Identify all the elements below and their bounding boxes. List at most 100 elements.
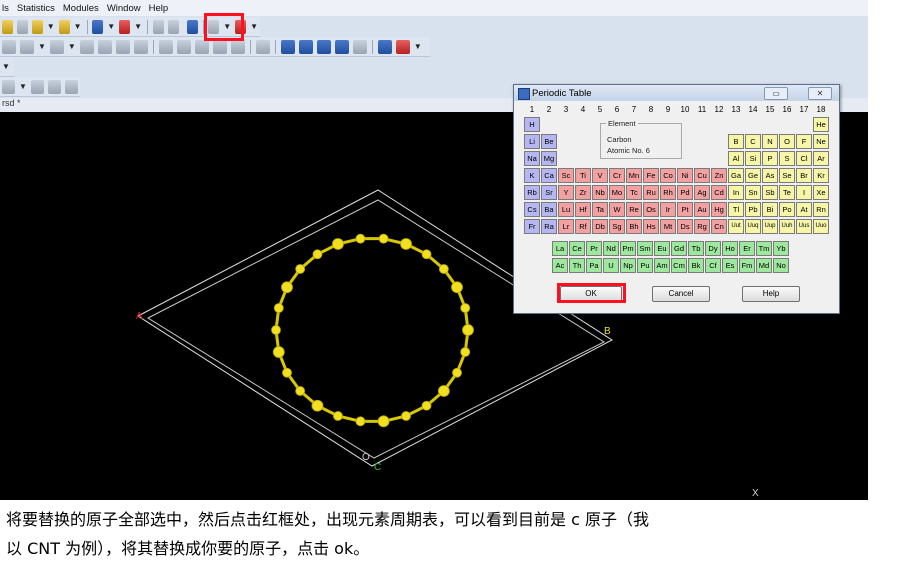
element-cell[interactable]: Cs xyxy=(524,202,540,217)
element-cell[interactable]: Al xyxy=(728,151,744,166)
element-cell[interactable]: U xyxy=(603,258,619,273)
element-cell[interactable]: Tc xyxy=(626,185,642,200)
select-arrow-icon[interactable] xyxy=(158,39,173,54)
element-cell[interactable]: Ga xyxy=(728,168,744,183)
display-style-icon[interactable] xyxy=(377,39,392,54)
hydrogen-icon[interactable] xyxy=(152,19,164,34)
element-cell[interactable]: Ce xyxy=(569,241,585,256)
modify-element-icon[interactable] xyxy=(186,19,198,34)
element-cell[interactable]: Hs xyxy=(643,219,659,234)
element-cell[interactable]: Te xyxy=(779,185,795,200)
element-cell[interactable]: Mo xyxy=(609,185,625,200)
element-cell[interactable]: P xyxy=(762,151,778,166)
element-cell[interactable]: C xyxy=(745,134,761,149)
menu-modules[interactable]: Modules xyxy=(63,3,99,14)
element-cell[interactable]: Kr xyxy=(813,168,829,183)
element-cell[interactable]: Pb xyxy=(745,202,761,217)
element-cell[interactable]: Se xyxy=(779,168,795,183)
element-cell[interactable]: Uus xyxy=(796,219,812,234)
element-cell[interactable]: Pt xyxy=(677,202,693,217)
filter-icon[interactable] xyxy=(97,39,112,54)
element-cell[interactable]: Rf xyxy=(575,219,591,234)
menu-help[interactable]: Help xyxy=(149,3,169,14)
element-cell[interactable]: O xyxy=(779,134,795,149)
molecule-icon[interactable] xyxy=(31,19,43,34)
element-cell[interactable]: Ir xyxy=(660,202,676,217)
element-cell[interactable]: K xyxy=(524,168,540,183)
view-side-icon[interactable] xyxy=(316,39,331,54)
element-cell[interactable]: At xyxy=(796,202,812,217)
element-cell[interactable]: Ac xyxy=(552,258,568,273)
translate-icon[interactable] xyxy=(212,39,227,54)
element-cell[interactable]: Pa xyxy=(586,258,602,273)
element-cell[interactable]: In xyxy=(728,185,744,200)
element-cell[interactable]: Pm xyxy=(620,241,636,256)
cancel-button[interactable]: Cancel xyxy=(652,286,710,302)
element-cell[interactable]: Li xyxy=(524,134,540,149)
brush-icon[interactable] xyxy=(58,19,70,34)
lasso-icon[interactable] xyxy=(176,39,191,54)
element-cell[interactable]: Ca xyxy=(541,168,557,183)
element-cell[interactable]: F xyxy=(796,134,812,149)
element-cell[interactable]: B xyxy=(728,134,744,149)
element-cell[interactable]: Db xyxy=(592,219,608,234)
element-cell[interactable]: Uuo xyxy=(813,219,829,234)
view-axis-icon[interactable] xyxy=(334,39,349,54)
element-cell[interactable]: Sn xyxy=(745,185,761,200)
bar-chart-icon[interactable] xyxy=(49,39,64,54)
element-cell[interactable]: Cn xyxy=(711,219,727,234)
element-cell[interactable]: Rn xyxy=(813,202,829,217)
element-cell[interactable]: Tm xyxy=(756,241,772,256)
element-cell[interactable]: Dy xyxy=(705,241,721,256)
element-cell[interactable]: W xyxy=(609,202,625,217)
view-top-icon[interactable] xyxy=(298,39,313,54)
element-cell[interactable]: As xyxy=(762,168,778,183)
element-cell[interactable]: Sm xyxy=(637,241,653,256)
menu-window[interactable]: Window xyxy=(107,3,141,14)
close-icon[interactable]: ✕ xyxy=(808,87,832,100)
element-cell[interactable]: Lu xyxy=(558,202,574,217)
element-cell[interactable]: Mg xyxy=(541,151,557,166)
element-cell[interactable]: Uuh xyxy=(779,219,795,234)
element-cell[interactable]: Nb xyxy=(592,185,608,200)
clean-icon[interactable] xyxy=(167,19,179,34)
camera-icon[interactable] xyxy=(352,39,367,54)
element-cell[interactable]: Ni xyxy=(677,168,693,183)
element-cell[interactable]: S xyxy=(779,151,795,166)
element-cell[interactable]: Cu xyxy=(694,168,710,183)
element-cell[interactable]: N xyxy=(762,134,778,149)
zoom-icon[interactable] xyxy=(230,39,245,54)
element-cell[interactable]: Si xyxy=(745,151,761,166)
element-cell[interactable]: Th xyxy=(569,258,585,273)
element-cell[interactable]: Sc xyxy=(558,168,574,183)
element-cell[interactable]: Hf xyxy=(575,202,591,217)
element-cell[interactable]: Md xyxy=(756,258,772,273)
element-cell[interactable]: Br xyxy=(796,168,812,183)
element-cell[interactable]: Cr xyxy=(609,168,625,183)
element-cell[interactable]: Ne xyxy=(813,134,829,149)
element-cell[interactable]: Rb xyxy=(524,185,540,200)
element-cell[interactable]: Lr xyxy=(558,219,574,234)
build-icon[interactable] xyxy=(119,19,131,34)
table-icon[interactable] xyxy=(20,39,34,54)
element-cell[interactable]: Tl xyxy=(728,202,744,217)
element-cell[interactable]: Rh xyxy=(660,185,676,200)
element-cell[interactable]: Ti xyxy=(575,168,591,183)
element-cell[interactable]: Uut xyxy=(728,219,744,234)
sort-icon[interactable] xyxy=(79,39,94,54)
element-cell[interactable]: He xyxy=(813,117,829,132)
help-button[interactable]: Help xyxy=(742,286,800,302)
element-cell[interactable]: Er xyxy=(739,241,755,256)
element-cell[interactable]: Zn xyxy=(711,168,727,183)
element-cell[interactable]: Nd xyxy=(603,241,619,256)
fit-icon[interactable] xyxy=(255,39,270,54)
element-cell[interactable]: Cl xyxy=(796,151,812,166)
element-cell[interactable]: Po xyxy=(779,202,795,217)
element-cell[interactable]: Fr xyxy=(524,219,540,234)
element-cell[interactable]: Yb xyxy=(773,241,789,256)
pencil-icon[interactable] xyxy=(2,19,13,34)
settings-icon[interactable] xyxy=(395,39,410,54)
copy-icon[interactable] xyxy=(47,79,61,94)
element-cell[interactable]: Rg xyxy=(694,219,710,234)
element-cell[interactable]: Eu xyxy=(654,241,670,256)
